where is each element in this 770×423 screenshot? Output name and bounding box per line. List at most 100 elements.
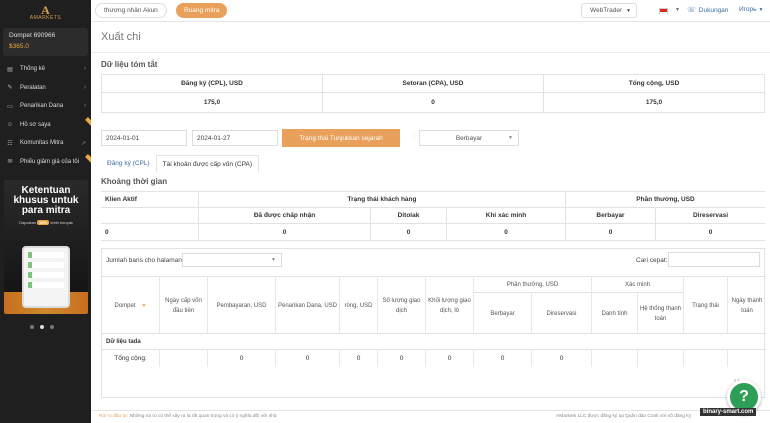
phone-row xyxy=(28,252,64,258)
date-from-input[interactable]: 2024-01-01 xyxy=(101,130,187,146)
sidebar-item-label: Hồ sơ saya xyxy=(20,121,51,128)
col-reward-reserved[interactable]: Direservasi xyxy=(532,292,592,334)
chevron-right-icon: › xyxy=(84,84,86,91)
user-menu[interactable]: Игорь ▼ xyxy=(739,6,763,13)
sidebar-item-label: Penarikan Dana xyxy=(20,103,64,110)
col-verify-payment-system[interactable]: Hệ thống thanh toán xyxy=(638,292,684,334)
sidebar-item-community[interactable]: ☷ Komunitas Mitra ↗ xyxy=(0,134,91,153)
col-net[interactable]: ròng, USD xyxy=(340,276,378,334)
summary-value-cpl: 175,0 xyxy=(102,93,323,112)
summary-table: Đăng ký (CPL), USD Setoran (CPA), USD Tổ… xyxy=(101,74,765,113)
period-value-active-clients: 0 xyxy=(101,224,199,240)
rows-per-page-select[interactable]: ▼ xyxy=(182,253,282,267)
sidebar-item-coupons[interactable]: ✉ Phiếu giảm giá của tôi xyxy=(0,153,95,172)
carousel-dot[interactable] xyxy=(50,325,54,329)
col-group-verify: Xác minh xyxy=(592,276,684,292)
banner-title: Ketentuan khusus untuk para mitra xyxy=(13,185,79,216)
total-reward-paid: 0 xyxy=(474,350,532,367)
col-wallet-label: Dompet xyxy=(114,302,136,309)
tab-trader-account[interactable]: thương nhân Akun xyxy=(95,3,167,18)
webtrader-dropdown[interactable]: WebTrader ▼ xyxy=(581,3,637,18)
col-verify-identity[interactable]: Danh tính xyxy=(592,292,638,334)
quick-search-label: Cari cepat: xyxy=(636,257,668,264)
footer: Rủi ro đầu tư: Những rủi ro có thể xảy r… xyxy=(91,410,770,423)
payment-status-select[interactable]: Berbayar ▼ xyxy=(419,130,519,146)
chevron-down-icon: ▼ xyxy=(271,257,276,263)
total-cell-empty xyxy=(592,350,638,367)
payment-status-value: Berbayar xyxy=(455,134,483,142)
sidebar-item-label: Phiếu giảm giá của tôi xyxy=(20,158,80,165)
period-header-reward: Phần thưởng, USD xyxy=(636,196,695,203)
show-history-button[interactable]: Trạng thái Tunjukkan sejarah xyxy=(282,129,400,147)
tab-partner-area[interactable]: Ruang mitra xyxy=(176,3,228,18)
date-to-input[interactable]: 2024-01-27 xyxy=(192,130,278,146)
phone-row xyxy=(28,272,64,278)
col-group-reward: Phần thưởng, USD xyxy=(474,276,592,292)
support-label: Dukungan xyxy=(698,6,729,14)
question-icon: ? xyxy=(739,388,749,405)
sidebar-item-profile[interactable]: ☺ Hồ sơ saya xyxy=(0,116,95,135)
col-trade-count[interactable]: Số lượng giao dịch xyxy=(378,276,426,334)
banner-sub-prefix: Dapatkan xyxy=(19,220,37,225)
risk-text: Những rủi ro có thể xảy ra là rất quan t… xyxy=(129,414,277,419)
total-reward-reserved: 0 xyxy=(532,350,592,367)
wallet-name: Dompet 690966 xyxy=(9,32,56,39)
col-payment[interactable]: Pembayaran, USD xyxy=(208,276,276,334)
top-bar: thương nhân Akun Ruang mitra WebTrader ▼… xyxy=(91,0,770,22)
total-cell-empty xyxy=(684,350,728,367)
wallet-card[interactable]: Dompet 690966 $365.0 xyxy=(3,28,88,56)
period-value-rejected: 0 xyxy=(371,224,447,240)
chevron-down-icon[interactable]: ▼ xyxy=(675,7,680,13)
col-volume[interactable]: Khối lượng giao dịch, lô xyxy=(426,276,474,334)
chevron-down-icon: ▼ xyxy=(758,7,764,13)
phone-row xyxy=(28,282,64,288)
summary-value-total: 175,0 xyxy=(645,99,663,106)
logo-letter: A xyxy=(41,3,50,17)
carousel-dot[interactable] xyxy=(30,325,34,329)
tools-icon: ✎ xyxy=(7,85,13,92)
summary-header-cpl: Đăng ký (CPL), USD xyxy=(102,75,323,93)
tab-cpa[interactable]: Tài khoản được cấp vốn (CPA) xyxy=(155,155,260,172)
phone-illustration xyxy=(22,246,70,308)
carousel-dot-active[interactable] xyxy=(40,325,44,329)
legal-text: AMarkets LLC được đăng ký tại Quần đảo C… xyxy=(556,414,692,419)
col-pay-date[interactable]: Ngày thanh toán xyxy=(728,276,766,334)
support-link[interactable]: ☏ Dukungan xyxy=(687,6,729,15)
language-flag-icon[interactable] xyxy=(659,8,668,15)
summary-header-total: Tổng cộng, USD xyxy=(544,75,764,93)
period-header-accepted: Đã được chấp nhận xyxy=(199,208,371,223)
summary-header-cpa: Setoran (CPA), USD xyxy=(323,75,544,93)
chevron-right-icon: › xyxy=(84,103,86,110)
period-value-verifying: 0 xyxy=(447,224,566,240)
sidebar-nav: ▤ Thống kê › ✎ Peralatan › ▭ Penarikan D… xyxy=(0,60,95,172)
tab-cpl[interactable]: Đăng ký (CPL) xyxy=(101,155,156,172)
logo-text: AMARKETS xyxy=(29,15,62,21)
quick-search-input[interactable] xyxy=(668,252,760,267)
col-status[interactable]: Trạng thái xyxy=(684,276,728,334)
sidebar-item-label: Thống kê xyxy=(20,66,46,73)
brand-logo[interactable]: A AMARKETS xyxy=(0,0,91,26)
col-wallet[interactable]: Dompet ▼ xyxy=(102,276,160,334)
watermark: binary-smart.com xyxy=(700,408,757,416)
promo-banner[interactable]: Ketentuan khusus untuk para mitra Dapatk… xyxy=(4,180,88,314)
col-withdraw[interactable]: Penarikan Dana, USD xyxy=(276,276,340,334)
sidebar-item-tools[interactable]: ✎ Peralatan › xyxy=(0,79,91,98)
period-header-verifying: Khi xác minh xyxy=(447,208,566,223)
chevron-down-icon: ▼ xyxy=(626,7,631,14)
col-reward-paid[interactable]: Berbayar xyxy=(474,292,532,334)
summary-title: Dữ liệu tóm tắt xyxy=(101,60,158,69)
total-net: 0 xyxy=(340,350,378,367)
user-icon: ☺ xyxy=(6,121,14,128)
sidebar: A AMARKETS Dompet 690966 $365.0 ▤ Thống … xyxy=(0,0,95,423)
chart-icon: ▤ xyxy=(7,66,13,73)
total-withdraw: 0 xyxy=(276,350,340,367)
chevron-down-icon: ▼ xyxy=(508,135,513,141)
risk-label: Rủi ro đầu tư: xyxy=(99,414,129,419)
wallet-icon: ▭ xyxy=(7,103,13,110)
col-first-funded[interactable]: Ngày cấp vốn đầu tiên xyxy=(160,276,208,334)
period-header-paid: Berbayar xyxy=(566,208,656,223)
sidebar-item-withdraw[interactable]: ▭ Penarikan Dana › xyxy=(0,97,91,116)
sidebar-item-statistics[interactable]: ▤ Thống kê › xyxy=(0,60,91,79)
main-content: Xuất chi Dữ liệu tóm tắt Đăng ký (CPL), … xyxy=(91,22,770,423)
banner-percent: 20% xyxy=(37,220,50,225)
